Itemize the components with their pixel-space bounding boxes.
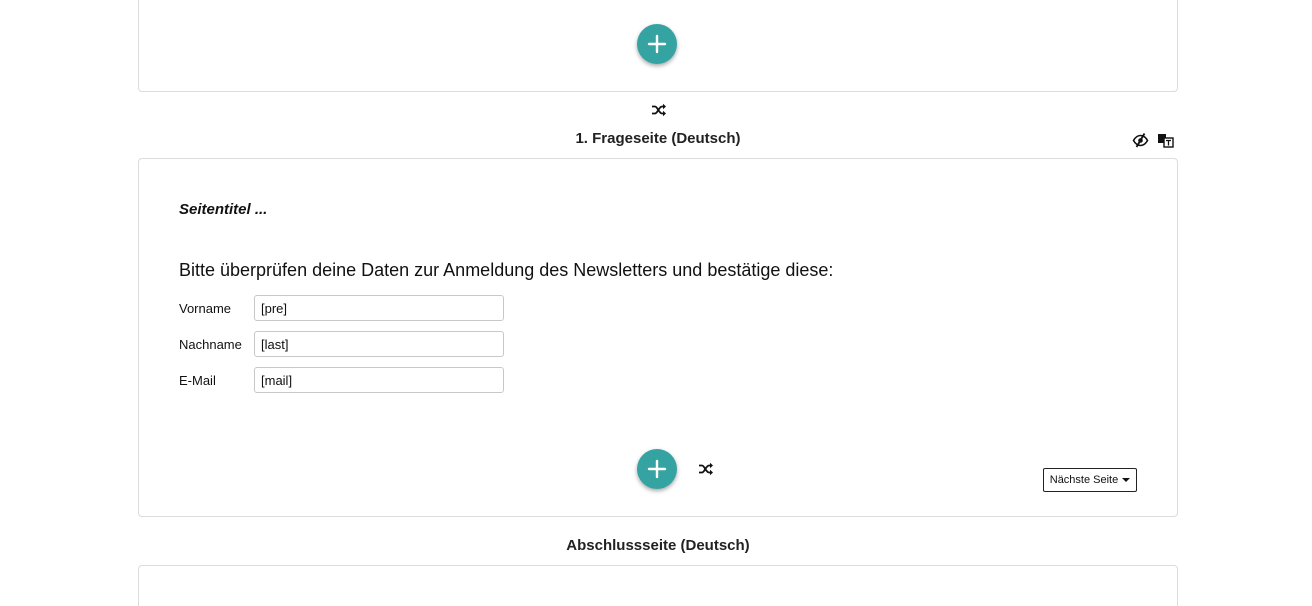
- toggle-visibility-button[interactable]: [1132, 132, 1149, 148]
- email-input[interactable]: [254, 367, 504, 393]
- add-element-button[interactable]: [637, 449, 677, 489]
- question-page-panel: Seitentitel ... Bitte überprüfen deine D…: [138, 158, 1178, 517]
- plus-icon: [647, 459, 667, 479]
- shuffle-icon: [652, 103, 666, 117]
- field-label: Vorname: [179, 300, 232, 316]
- add-element-button-top[interactable]: [637, 24, 677, 64]
- intro-text[interactable]: Bitte überprüfen deine Daten zur Anmeldu…: [179, 260, 833, 281]
- shuffle-pages-button[interactable]: [651, 103, 667, 117]
- field-row-email: E-Mail: [179, 367, 504, 393]
- page-actions: [1132, 132, 1174, 148]
- field-row-vorname: Vorname: [179, 295, 504, 321]
- question-page-title: 1. Frageseite (Deutsch): [575, 130, 741, 147]
- field-label: Nachname: [179, 336, 242, 352]
- field-row-nachname: Nachname: [179, 331, 504, 357]
- translate-button[interactable]: [1157, 132, 1174, 148]
- vorname-input[interactable]: [254, 295, 504, 321]
- translate-icon: [1158, 134, 1174, 148]
- shuffle-elements-button[interactable]: [698, 462, 714, 476]
- field-label: E-Mail: [179, 372, 216, 388]
- page-title-placeholder[interactable]: Seitentitel ...: [179, 201, 267, 218]
- next-page-select[interactable]: Nächste Seite: [1043, 468, 1137, 492]
- closing-page-title: Abschlussseite (Deutsch): [566, 537, 750, 554]
- nachname-input[interactable]: [254, 331, 504, 357]
- closing-page-panel: [138, 565, 1178, 606]
- eye-slash-icon: [1132, 133, 1149, 148]
- shuffle-icon: [699, 462, 713, 476]
- previous-page-panel: [138, 0, 1178, 92]
- next-page-select-value: Nächste Seite: [1049, 474, 1119, 486]
- caret-down-icon: [1122, 478, 1131, 482]
- plus-icon: [647, 34, 667, 54]
